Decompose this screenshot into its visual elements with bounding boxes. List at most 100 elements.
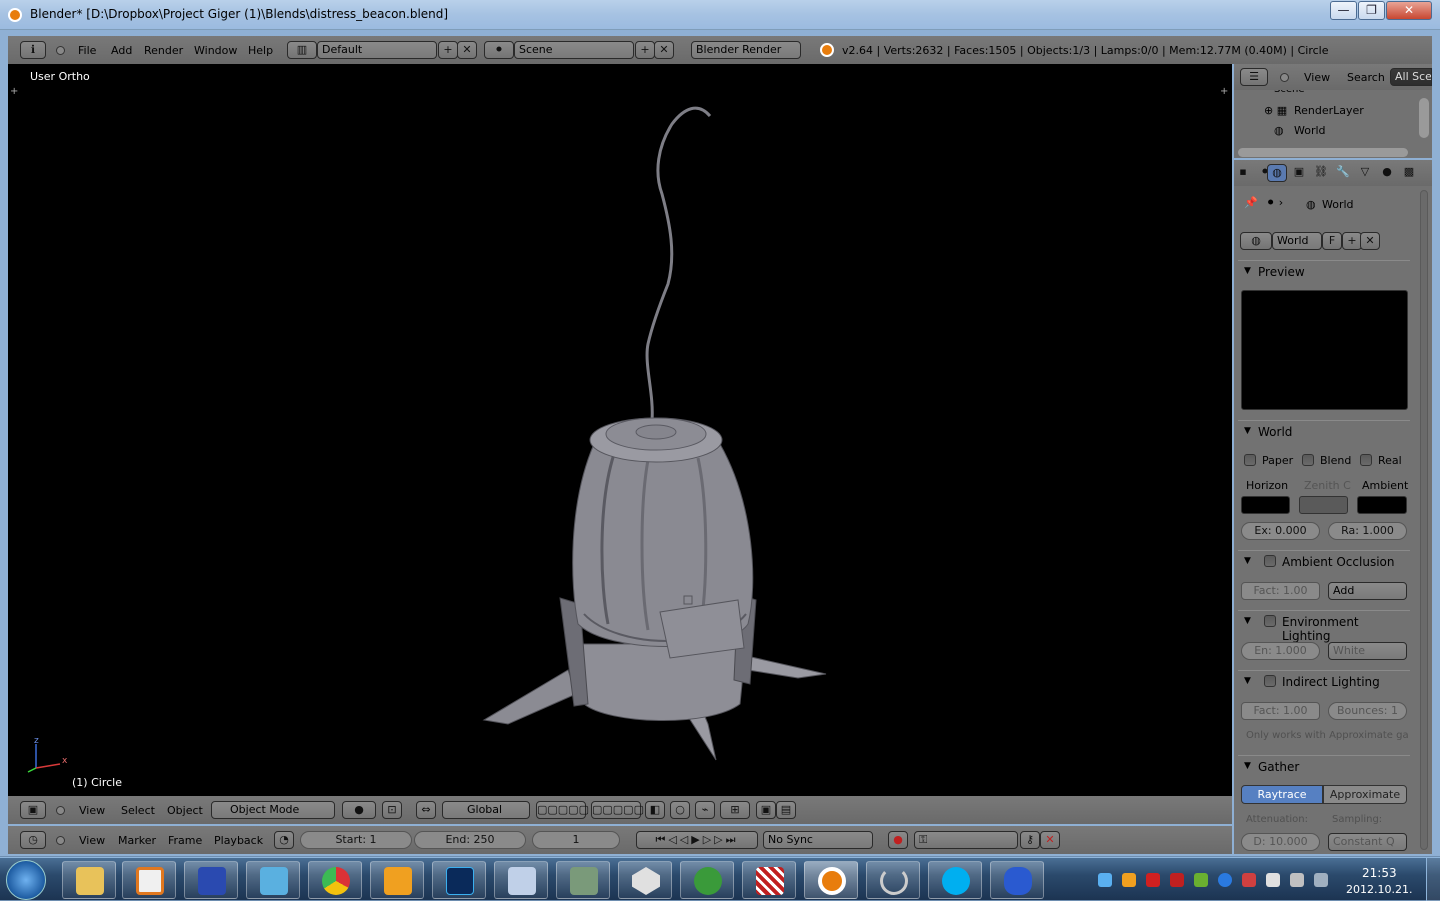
playback-controls[interactable]: ⏮◁◁▶▷▷⏭: [636, 831, 758, 849]
pin-icon[interactable]: 📌: [1244, 196, 1258, 209]
taskbar-photoshop[interactable]: [432, 861, 486, 899]
outliner-menu-search[interactable]: Search: [1347, 71, 1385, 84]
nvidia-tray-icon[interactable]: [1194, 873, 1208, 887]
gather-raytrace-button[interactable]: Raytrace: [1241, 785, 1323, 804]
render-engine-select[interactable]: Blender Render: [691, 41, 801, 59]
ao-checkbox[interactable]: [1264, 555, 1276, 567]
outliner-editor-type-icon[interactable]: ☰: [1240, 68, 1268, 86]
world-name-field[interactable]: World: [1272, 232, 1322, 250]
indirect-panel-header[interactable]: ▼ Indirect Lighting: [1238, 670, 1410, 692]
env-color-select[interactable]: White: [1328, 642, 1407, 660]
manipulator-icon[interactable]: ⇔: [416, 801, 436, 819]
minimize-button[interactable]: —: [1330, 1, 1357, 20]
sampling-method-select[interactable]: Constant Q: [1328, 833, 1407, 851]
data-tab-icon[interactable]: ▽: [1356, 164, 1374, 182]
gather-panel-header[interactable]: ▼ Gather: [1238, 755, 1410, 777]
dropbox-tray-icon[interactable]: [1098, 873, 1112, 887]
constraints-tab-icon[interactable]: ⛓: [1312, 164, 1330, 182]
env-energy-field[interactable]: En: 1.000: [1241, 642, 1320, 660]
collapse-menu-icon[interactable]: [56, 46, 65, 55]
tool-tray-icon[interactable]: [1122, 873, 1136, 887]
shield-tray-icon[interactable]: [1146, 873, 1160, 887]
new-world-icon[interactable]: +: [1342, 232, 1362, 250]
taskbar-monitor[interactable]: [556, 861, 610, 899]
end-frame-field[interactable]: End: 250: [414, 831, 526, 849]
range-field[interactable]: Ra: 1.000: [1328, 522, 1407, 540]
timeline-collapse-icon[interactable]: [56, 836, 65, 845]
taskbar-messenger[interactable]: [246, 861, 300, 899]
unlink-world-icon[interactable]: ✕: [1360, 232, 1380, 250]
outliner-menu-view[interactable]: View: [1304, 71, 1330, 84]
taskbar-utorrent[interactable]: [680, 861, 734, 899]
3d-viewport[interactable]: User Ortho + + z x (1) Circle: [8, 64, 1232, 796]
menu-render[interactable]: Render: [144, 44, 183, 57]
preview-panel-header[interactable]: ▼ Preview: [1238, 260, 1410, 282]
world-browse-icon[interactable]: ◍: [1240, 232, 1272, 250]
properties-editor[interactable]: ▪ ⚫ ◍ ▣ ⛓ 🔧 ▽ ● ▩ 📌 ⚫ › ◍ World ◍ World …: [1234, 160, 1432, 854]
object-tab-icon[interactable]: ▣: [1290, 164, 1308, 182]
view3d-menu-select[interactable]: Select: [121, 804, 155, 817]
adobe-tray-icon[interactable]: [1170, 873, 1184, 887]
taskbar-explorer[interactable]: [62, 861, 116, 899]
paper-sky-checkbox[interactable]: [1244, 454, 1256, 466]
indirect-bounces-field[interactable]: Bounces: 1: [1328, 702, 1407, 720]
view3d-menu-object[interactable]: Object: [167, 804, 203, 817]
network-tray-icon[interactable]: [1266, 873, 1280, 887]
env-checkbox[interactable]: [1264, 615, 1276, 627]
modifiers-tab-icon[interactable]: 🔧: [1334, 164, 1352, 182]
delete-keyframe-icon[interactable]: ✕: [1040, 831, 1060, 849]
pivot-point-icon[interactable]: ⊡: [382, 801, 402, 819]
taskbar-app-red[interactable]: [742, 861, 796, 899]
outliner[interactable]: ☰ View Search All Scen Scene ⊕ ▦ RenderL…: [1234, 64, 1432, 158]
horizon-color-swatch[interactable]: [1241, 496, 1290, 514]
layer-lock-icon[interactable]: ◧: [645, 801, 665, 819]
outliner-collapse-icon[interactable]: [1280, 73, 1289, 82]
viewport-shading-icon[interactable]: ●: [342, 801, 376, 819]
object-mode-select[interactable]: Object Mode: [211, 801, 335, 819]
taskbar-car[interactable]: [990, 861, 1044, 899]
outliner-scrollbar[interactable]: [1419, 98, 1429, 138]
remove-scene-icon[interactable]: ✕: [654, 41, 674, 59]
gather-approximate-button[interactable]: Approximate: [1323, 785, 1407, 804]
timeline-menu-view[interactable]: View: [79, 834, 105, 847]
blend-sky-checkbox[interactable]: [1302, 454, 1314, 466]
scene-icon[interactable]: ⚫: [484, 41, 514, 59]
world-panel-header[interactable]: ▼ World: [1238, 420, 1410, 442]
material-tab-icon[interactable]: ●: [1378, 164, 1396, 182]
taskbar-calculator[interactable]: [494, 861, 548, 899]
outliner-filter-select[interactable]: All Scen: [1390, 68, 1432, 86]
menu-help[interactable]: Help: [248, 44, 273, 57]
maximize-button[interactable]: ❐: [1358, 1, 1385, 20]
timeline-menu-playback[interactable]: Playback: [214, 834, 263, 847]
distance-field[interactable]: D: 10.000: [1241, 833, 1320, 851]
menu-add[interactable]: Add: [111, 44, 132, 57]
env-panel-header[interactable]: ▼ Environment Lighting: [1238, 610, 1410, 643]
taskbar-media[interactable]: [122, 861, 176, 899]
screen-layout-icon[interactable]: ▥: [287, 41, 317, 59]
record-icon[interactable]: ●: [888, 831, 908, 849]
taskbar-loading[interactable]: [866, 861, 920, 899]
insert-keyframe-icon[interactable]: ⚷: [1020, 831, 1040, 849]
world-tab-icon[interactable]: ◍: [1267, 164, 1287, 182]
ambient-color-swatch[interactable]: [1357, 496, 1407, 514]
clock-date[interactable]: 2012.10.21.: [1346, 883, 1412, 896]
editor-type-button[interactable]: ℹ: [20, 41, 46, 59]
layers-group-1-icon[interactable]: ▢▢▢▢▢: [536, 801, 589, 819]
clock-time[interactable]: 21:53: [1362, 866, 1397, 880]
render-still-icon[interactable]: ▣: [756, 801, 776, 819]
display-tray-icon[interactable]: [1314, 873, 1328, 887]
snap-element-icon[interactable]: ⊞: [720, 801, 750, 819]
indirect-factor-field[interactable]: Fact: 1.00: [1241, 702, 1320, 720]
real-sky-checkbox[interactable]: [1360, 454, 1372, 466]
transform-orientation-select[interactable]: Global: [442, 801, 530, 819]
render-tab-icon[interactable]: ▪: [1234, 164, 1252, 182]
taskbar-save[interactable]: [184, 861, 238, 899]
timeline-menu-marker[interactable]: Marker: [118, 834, 156, 847]
taskbar-blender[interactable]: [804, 861, 858, 899]
timeline-menu-frame[interactable]: Frame: [168, 834, 202, 847]
ao-panel-header[interactable]: ▼ Ambient Occlusion: [1238, 550, 1410, 572]
add-screen-icon[interactable]: +: [438, 41, 458, 59]
zenith-color-swatch[interactable]: [1299, 496, 1348, 514]
taskbar-ccnet[interactable]: [370, 861, 424, 899]
preview-range-icon[interactable]: ◔: [274, 831, 294, 849]
